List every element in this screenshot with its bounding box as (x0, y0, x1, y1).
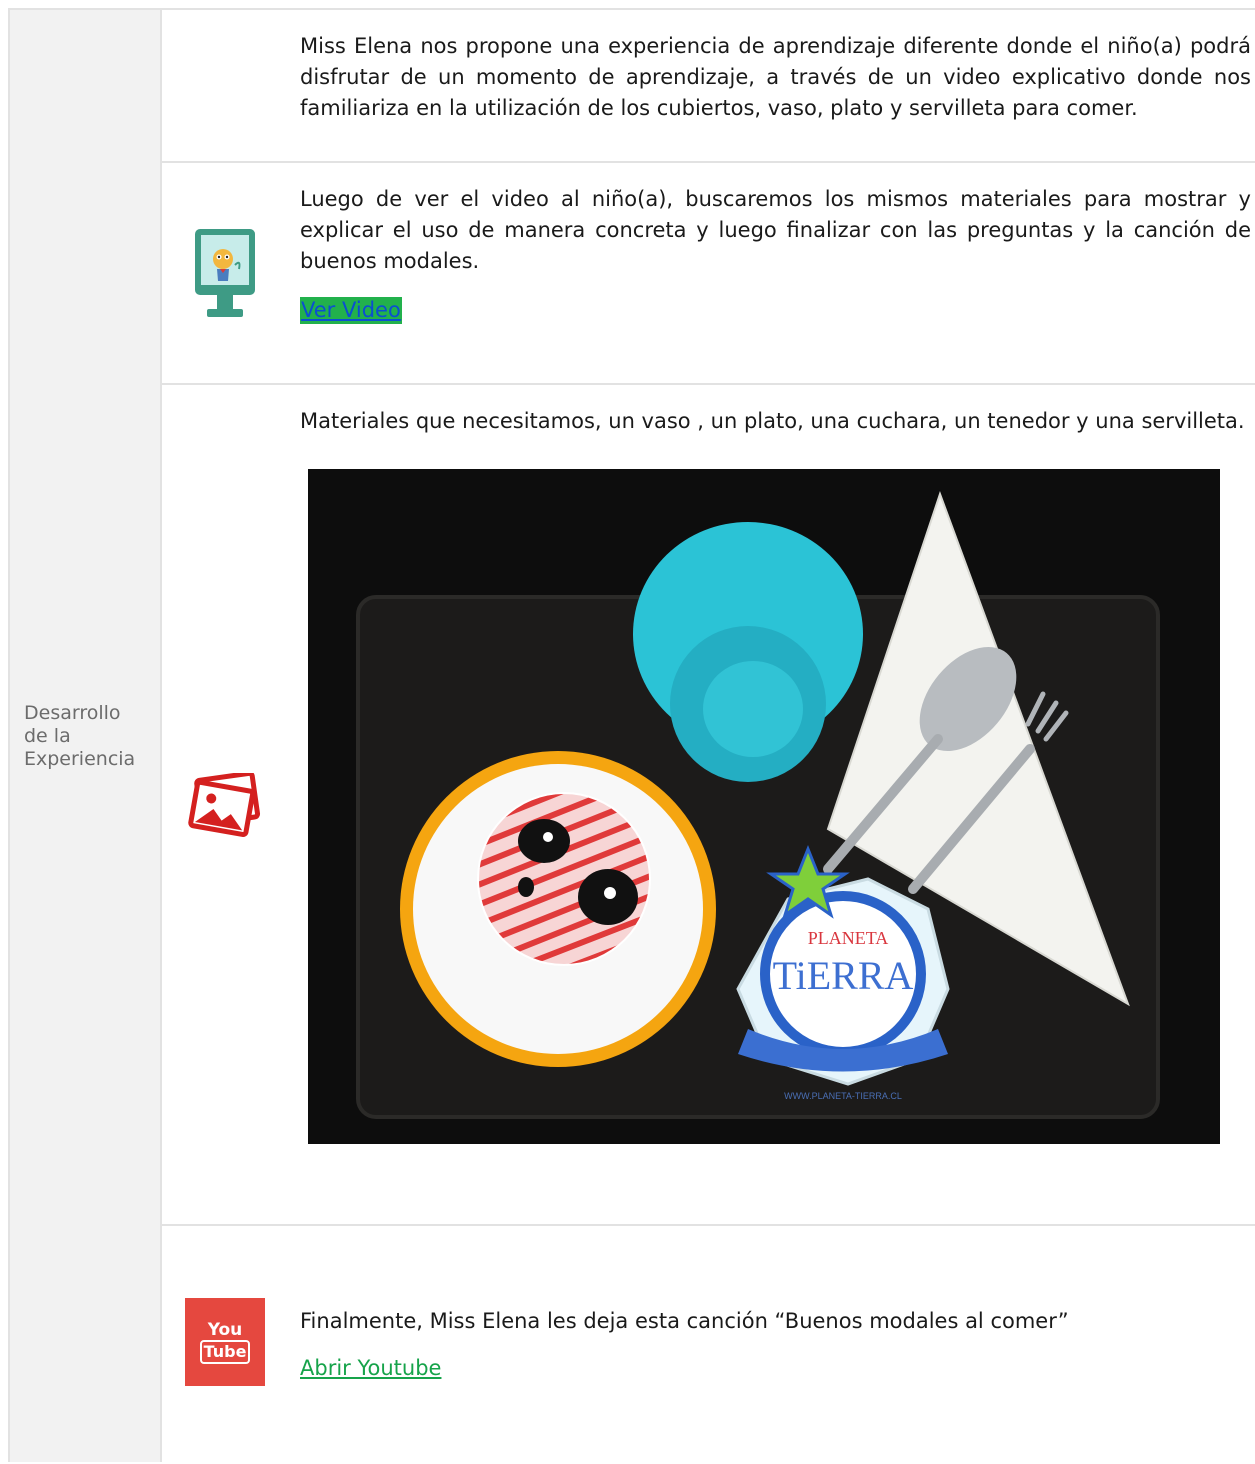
section-label: Desarrollo de la Experiencia (24, 701, 136, 770)
image-icon-cell (162, 385, 288, 1224)
youtube-icon: You Tube (185, 1298, 265, 1386)
materials-text: Materiales que necesitamos, un vaso , un… (300, 409, 1245, 433)
row-youtube: You Tube Finalmente, Miss Elena les deja… (162, 1226, 1255, 1464)
experience-table: Desarrollo de la Experiencia Miss Elena … (8, 8, 1255, 1462)
youtube-icon-cell: You Tube (162, 1226, 288, 1464)
abrir-youtube-link[interactable]: Abrir Youtube (300, 1356, 441, 1380)
section-label-cell: Desarrollo de la Experiencia (10, 10, 162, 1462)
video-monitor-icon (195, 229, 255, 317)
video-icon-cell (162, 163, 288, 383)
intro-text: Miss Elena nos propone una experiencia d… (300, 34, 1251, 120)
badge-brand-top: PLANETA (808, 928, 889, 948)
badge-url: WWW.PLANETA-TIERRA.CL (784, 1091, 902, 1101)
youtube-icon-you: You (207, 1320, 243, 1340)
song-text: Finalmente, Miss Elena les deja esta can… (300, 1309, 1069, 1333)
empty-icon-cell (162, 10, 288, 161)
row-video: Luego de ver el video al niño(a), buscar… (162, 163, 1255, 385)
image-gallery-icon (188, 772, 261, 837)
ver-video-link[interactable]: Ver Video (300, 297, 402, 324)
video-description: Luego de ver el video al niño(a), buscar… (300, 187, 1251, 273)
materials-photo: PLANETA TiERRA WWW.PLANETA-TIERRA.CL (308, 469, 1220, 1144)
row-intro: Miss Elena nos propone una experiencia d… (162, 10, 1255, 163)
row-materials: Materiales que necesitamos, un vaso , un… (162, 385, 1255, 1226)
youtube-icon-tube: Tube (199, 1340, 251, 1364)
badge-brand-main: TiERRA (773, 953, 914, 998)
